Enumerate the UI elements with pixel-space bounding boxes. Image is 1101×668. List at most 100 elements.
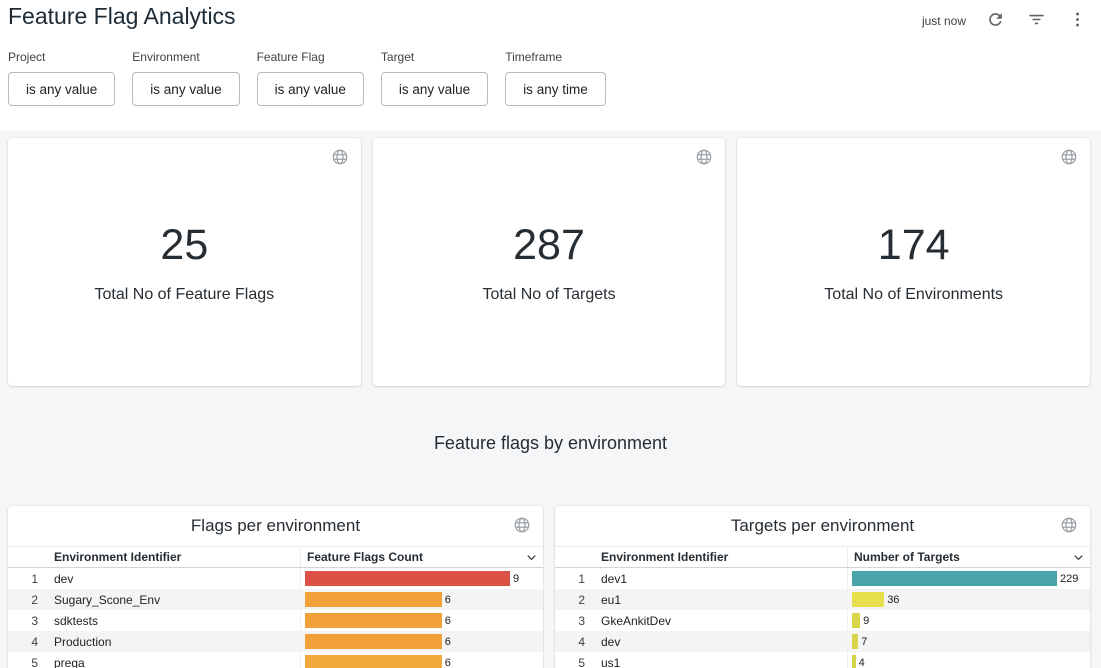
environment-cell: sdktests	[48, 614, 300, 628]
filter-bar: Project is any value Environment is any …	[8, 50, 606, 106]
value-bar	[305, 634, 442, 649]
tile-title: Flags per environment	[8, 506, 543, 546]
table-body: 1dev92Sugary_Scone_Env63sdktests64Produc…	[8, 568, 543, 668]
value-cell: 36	[847, 589, 1090, 610]
globe-icon[interactable]	[695, 148, 713, 166]
table-body: 1dev12292eu1363GkeAnkitDev94dev75us14	[555, 568, 1090, 668]
filter-environment-value[interactable]: is any value	[132, 72, 239, 106]
column-header-environment[interactable]: Environment Identifier	[48, 550, 300, 564]
globe-icon[interactable]	[1060, 148, 1078, 166]
value-cell: 6	[300, 610, 543, 631]
value-bar	[852, 571, 1057, 586]
filter-icon	[1027, 10, 1046, 32]
table-row[interactable]: 5prega 6	[8, 652, 543, 668]
stat-label: Total No of Feature Flags	[8, 286, 361, 304]
environment-cell: dev	[595, 635, 847, 649]
value-label: 6	[445, 594, 451, 606]
row-index: 5	[8, 656, 48, 668]
page-title: Feature Flag Analytics	[8, 3, 236, 30]
value-cell: 229	[847, 568, 1090, 589]
filter-timeframe-value[interactable]: is any time	[505, 72, 606, 106]
table-row[interactable]: 5us1 4	[555, 652, 1090, 668]
row-index: 2	[555, 593, 595, 607]
value-bar	[305, 655, 442, 668]
value-label: 4	[859, 657, 865, 668]
globe-icon[interactable]	[513, 516, 531, 534]
row-index: 3	[555, 614, 595, 628]
value-bar	[852, 634, 858, 649]
row-index: 2	[8, 593, 48, 607]
table-row[interactable]: 1dev1229	[555, 568, 1090, 589]
stat-value: 25	[8, 222, 361, 269]
environment-cell: dev1	[595, 572, 847, 586]
value-bar	[852, 655, 856, 668]
value-bar	[305, 592, 442, 607]
environment-cell: Production	[48, 635, 300, 649]
stat-label: Total No of Targets	[373, 286, 726, 304]
value-cell: 7	[847, 631, 1090, 652]
table-row[interactable]: 1dev 9	[8, 568, 543, 589]
stat-tile-feature-flags: 25 Total No of Feature Flags	[8, 138, 361, 386]
value-cell: 9	[847, 610, 1090, 631]
filter-label: Project	[8, 50, 115, 64]
row-index: 4	[8, 635, 48, 649]
filter-timeframe: Timeframe is any time	[505, 50, 606, 106]
table-tile-targets-per-environment: Targets per environment Environment Iden…	[555, 506, 1090, 668]
environment-cell: us1	[595, 656, 847, 668]
chevron-down-icon[interactable]	[524, 550, 539, 565]
stat-value: 287	[373, 222, 726, 269]
row-index: 5	[555, 656, 595, 668]
globe-icon[interactable]	[1060, 516, 1078, 534]
refresh-icon	[986, 10, 1005, 32]
stat-value: 174	[737, 222, 1090, 269]
filter-environment: Environment is any value	[132, 50, 239, 106]
globe-icon[interactable]	[331, 148, 349, 166]
table-row[interactable]: 4dev 7	[555, 631, 1090, 652]
row-index: 1	[8, 572, 48, 586]
filter-project: Project is any value	[8, 50, 115, 106]
more-menu-icon	[1068, 10, 1087, 32]
chevron-down-icon[interactable]	[1071, 550, 1086, 565]
filter-target: Target is any value	[381, 50, 488, 106]
stat-tile-environments: 174 Total No of Environments	[737, 138, 1090, 386]
filter-target-value[interactable]: is any value	[381, 72, 488, 106]
table-tiles: Flags per environment Environment Identi…	[8, 506, 1090, 668]
value-label: 9	[513, 573, 519, 585]
refresh-button[interactable]	[984, 8, 1007, 34]
environment-cell: dev	[48, 572, 300, 586]
section-title: Feature flags by environment	[0, 433, 1101, 454]
table-row[interactable]: 2eu136	[555, 589, 1090, 610]
value-bar	[852, 592, 884, 607]
column-header-count[interactable]: Number of Targets	[847, 547, 1090, 567]
value-bar	[305, 613, 442, 628]
value-cell: 6	[300, 652, 543, 668]
filter-project-value[interactable]: is any value	[8, 72, 115, 106]
environment-cell: Sugary_Scone_Env	[48, 593, 300, 607]
row-index: 3	[8, 614, 48, 628]
value-label: 7	[861, 636, 867, 648]
tile-title: Targets per environment	[555, 506, 1090, 546]
value-label: 229	[1060, 573, 1078, 585]
last-updated: just now	[922, 14, 966, 28]
table-row[interactable]: 2Sugary_Scone_Env 6	[8, 589, 543, 610]
value-label: 6	[445, 657, 451, 668]
table-row[interactable]: 3GkeAnkitDev9	[555, 610, 1090, 631]
stat-label: Total No of Environments	[737, 286, 1090, 304]
environment-cell: prega	[48, 656, 300, 668]
row-index: 4	[555, 635, 595, 649]
stat-tiles: 25 Total No of Feature Flags 287 Total N…	[8, 138, 1090, 386]
value-label: 36	[887, 594, 899, 606]
filter-feature-flag-value[interactable]: is any value	[257, 72, 364, 106]
value-label: 6	[445, 636, 451, 648]
value-label: 6	[445, 615, 451, 627]
filter-button[interactable]	[1025, 8, 1048, 34]
filter-feature-flag: Feature Flag is any value	[257, 50, 364, 106]
column-header-environment[interactable]: Environment Identifier	[595, 550, 847, 564]
value-cell: 6	[300, 631, 543, 652]
column-header-count[interactable]: Feature Flags Count	[300, 547, 543, 567]
table-row[interactable]: 3sdktests 6	[8, 610, 543, 631]
filter-label: Environment	[132, 50, 239, 64]
more-menu-button[interactable]	[1066, 8, 1089, 34]
table-tile-flags-per-environment: Flags per environment Environment Identi…	[8, 506, 543, 668]
table-row[interactable]: 4Production 6	[8, 631, 543, 652]
